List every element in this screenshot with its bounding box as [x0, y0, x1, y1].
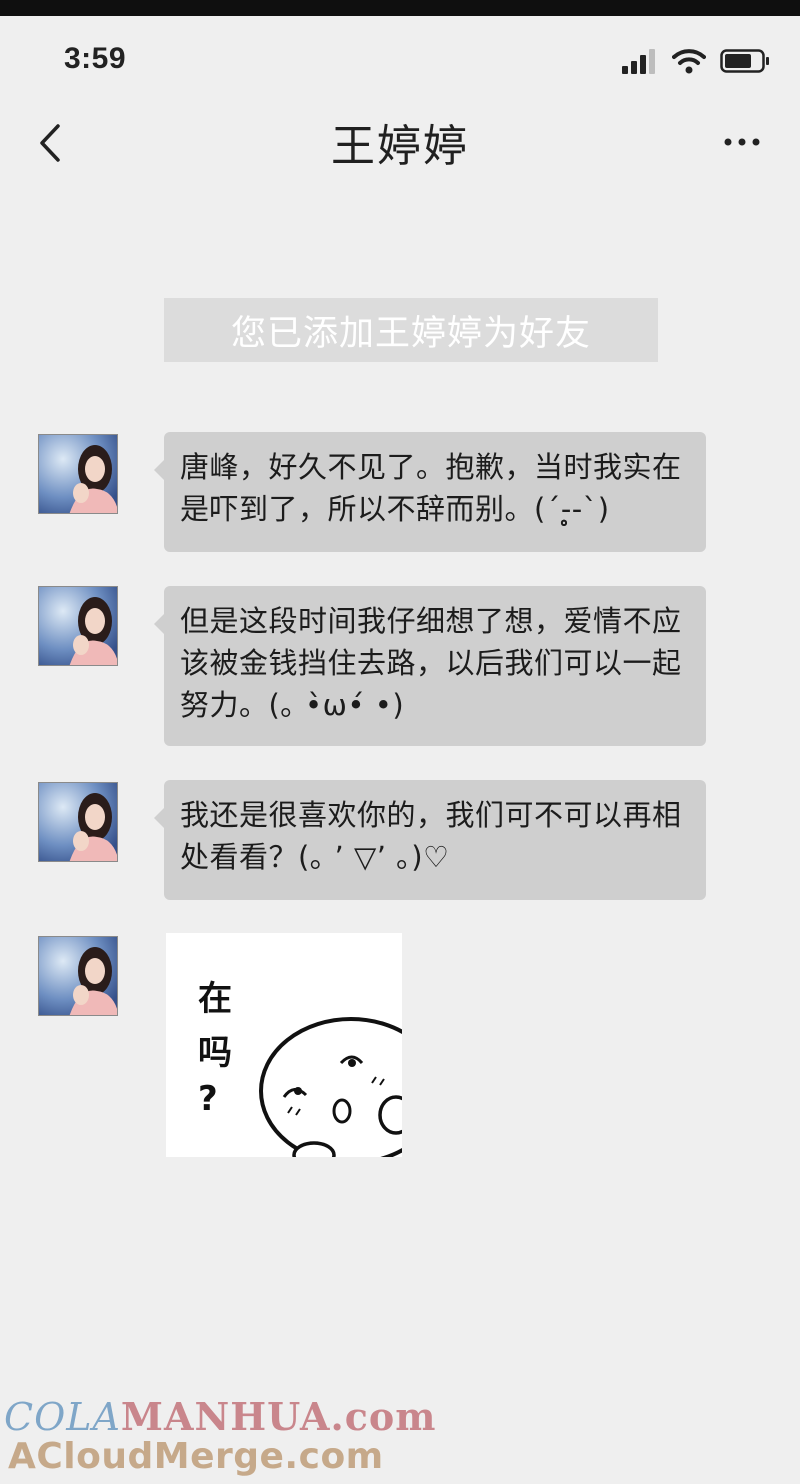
watermark-colamanhua: COLAMANHUA.com	[4, 1394, 436, 1439]
top-edge	[0, 0, 800, 16]
message-bubble[interactable]: 但是这段时间我仔细想了想，爱情不应该被金钱挡住去路，以后我们可以一起努力。(｡ …	[154, 586, 706, 746]
message-bubble[interactable]: 唐峰，好久不见了。抱歉，当时我实在是吓到了，所以不辞而别。(´-̥̥̥-`)	[154, 432, 706, 552]
avatar-image	[39, 937, 117, 1015]
battery-icon	[720, 49, 769, 73]
message-bubble[interactable]: 我还是很喜欢你的，我们可不可以再相处看看？(｡ ’ ▽’ ｡)♡	[154, 780, 706, 900]
watermark-acloudmerge: ACloudMerge.com	[8, 1436, 384, 1477]
sticker-message[interactable]: 在 吗 ?	[166, 933, 402, 1157]
avatar[interactable]	[38, 936, 118, 1016]
watermark-part1: COLA	[4, 1395, 121, 1439]
avatar-image	[39, 783, 117, 861]
status-icons	[622, 48, 770, 74]
system-notice: 您已添加王婷婷为好友	[164, 298, 658, 362]
more-dots-icon	[724, 138, 760, 146]
avatar[interactable]	[38, 782, 118, 862]
cartoon-face-icon	[259, 1017, 402, 1157]
watermark-part2: MANHUA.com	[120, 1394, 437, 1439]
avatar-image	[39, 587, 117, 665]
more-button[interactable]	[722, 130, 762, 154]
avatar[interactable]	[38, 586, 118, 666]
avatar[interactable]	[38, 434, 118, 514]
wifi-icon	[672, 49, 706, 74]
chat-title: 王婷婷	[331, 121, 469, 172]
status-time: 3:59	[64, 42, 127, 75]
signal-icon	[622, 49, 655, 74]
avatar-image	[39, 435, 117, 513]
